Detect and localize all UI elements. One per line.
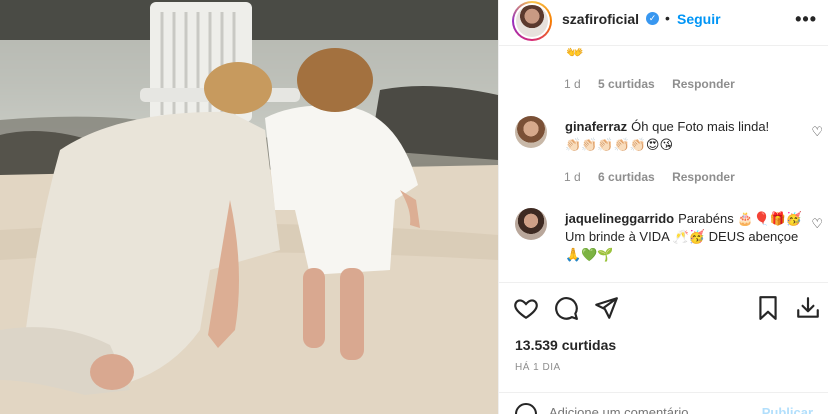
comment-meta: 1 d 5 curtidas Responder <box>564 77 749 91</box>
photo-child-left-hair <box>204 62 272 114</box>
separator-dot: • <box>665 10 670 26</box>
comment-body: ginaferraz Óh que Foto mais linda! 👏🏻👏🏻👏🏻… <box>565 118 805 154</box>
publish-button[interactable]: Publicar <box>762 405 813 414</box>
post-photo[interactable] <box>0 0 498 414</box>
post-header: szafiroficial ✓ • Seguir ••• <box>499 0 828 46</box>
comment-icon[interactable] <box>553 295 579 321</box>
comment-likes[interactable]: 6 curtidas <box>598 170 655 184</box>
follow-button[interactable]: Seguir <box>677 11 721 27</box>
post-likes-count[interactable]: 13.539 curtidas <box>515 337 616 353</box>
comment-input[interactable] <box>549 405 749 414</box>
photo-child-left-foot <box>90 354 134 390</box>
post-timestamp[interactable]: HÁ 1 DIA <box>515 362 561 373</box>
emoji-picker-icon[interactable] <box>515 403 537 414</box>
heart-icon[interactable] <box>513 295 539 321</box>
photo-child-right-hair <box>297 48 373 112</box>
commenter-username[interactable]: ginaferraz <box>565 119 627 134</box>
post-side-panel: szafiroficial ✓ • Seguir ••• 👐 1 d 5 cur… <box>498 0 828 414</box>
comment-item: ginaferraz Óh que Foto mais linda! 👏🏻👏🏻👏🏻… <box>515 116 825 176</box>
commenter-avatar[interactable] <box>515 116 547 148</box>
comment-likes[interactable]: 5 curtidas <box>598 77 655 91</box>
previous-comment-emoji: 👐 <box>566 46 584 60</box>
comment-meta: 1 d 6 curtidas Responder <box>564 170 749 184</box>
comment-emoji: 👏🏻👏🏻👏🏻👏🏻👏🏻😍😘 <box>565 137 674 152</box>
author-avatar[interactable] <box>512 1 552 41</box>
author-username[interactable]: szafiroficial <box>562 11 639 27</box>
download-icon[interactable] <box>795 295 821 321</box>
verified-badge-icon: ✓ <box>646 12 659 25</box>
reply-button[interactable]: Responder <box>672 170 735 184</box>
avatar-image <box>516 5 548 37</box>
comments-list[interactable]: 👐 1 d 5 curtidas Responder ginaferraz Óh … <box>499 46 828 282</box>
add-comment-bar: Publicar <box>499 392 828 414</box>
comment-item: jaquelineggarrido Parabéns 🎂🎈🎁🥳 Um brinde… <box>515 208 825 278</box>
photo-child-right-leg-right <box>340 268 364 360</box>
reply-button[interactable]: Responder <box>672 77 735 91</box>
bookmark-icon[interactable] <box>755 295 781 321</box>
photo-child-right-leg-left <box>303 268 325 348</box>
share-icon[interactable] <box>593 295 619 321</box>
comment-time: 1 d <box>564 77 581 91</box>
comment-body: jaquelineggarrido Parabéns 🎂🎈🎁🥳 Um brinde… <box>565 210 805 264</box>
post-actions-bar <box>499 282 828 332</box>
more-options-icon[interactable]: ••• <box>795 9 817 30</box>
photo-illustration <box>0 0 498 414</box>
commenter-avatar[interactable] <box>515 208 547 240</box>
comment-time: 1 d <box>564 170 581 184</box>
comment-like-heart-icon[interactable]: ♡ <box>811 216 823 232</box>
comment-like-heart-icon[interactable]: ♡ <box>811 124 823 140</box>
comment-text: Óh que Foto mais linda! <box>631 119 770 134</box>
commenter-username[interactable]: jaquelineggarrido <box>565 211 674 226</box>
